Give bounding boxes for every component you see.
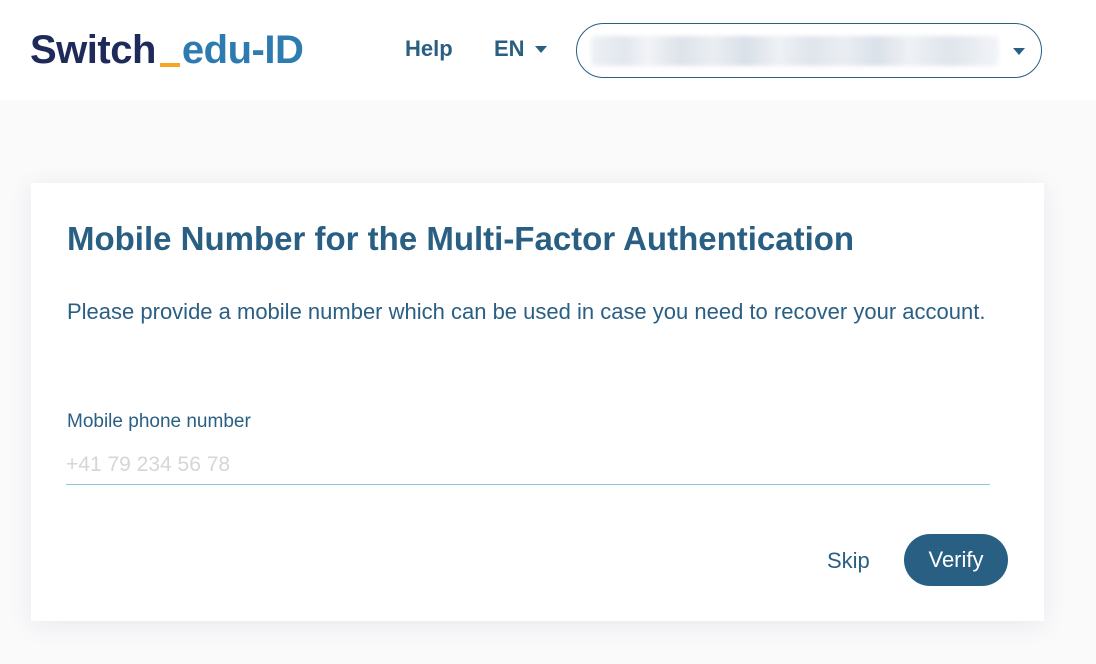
account-menu[interactable] — [576, 23, 1042, 78]
logo-underscore — [159, 63, 180, 67]
page: Switch edu-ID Help EN Mobile Number for t… — [0, 0, 1096, 664]
logo-text-switch: Switch — [30, 28, 156, 72]
switch-edu-id-logo[interactable]: Switch edu-ID — [30, 26, 304, 74]
language-label: EN — [494, 36, 525, 61]
chevron-down-icon — [534, 45, 547, 53]
help-link[interactable]: Help — [405, 36, 453, 62]
logo-text-edu-id: edu-ID — [181, 28, 304, 72]
skip-button[interactable]: Skip — [811, 537, 886, 585]
card-description: Please provide a mobile number which can… — [67, 299, 986, 324]
mobile-phone-input[interactable] — [66, 445, 990, 485]
language-selector[interactable]: EN — [494, 36, 547, 62]
card-title: Mobile Number for the Multi-Factor Authe… — [67, 220, 855, 257]
account-name-redacted — [591, 36, 999, 66]
verify-button[interactable]: Verify — [904, 534, 1008, 586]
phone-field-label: Mobile phone number — [67, 411, 251, 432]
chevron-down-icon — [1013, 48, 1025, 55]
mfa-mobile-card: Mobile Number for the Multi-Factor Authe… — [31, 183, 1044, 621]
